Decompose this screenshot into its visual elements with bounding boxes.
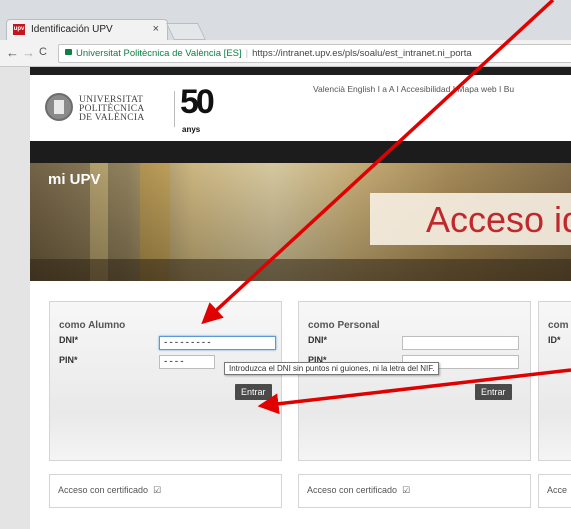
university-name[interactable]: UNIVERSITAT POLITÈCNICA DE VALÈNCIA — [79, 95, 145, 123]
panel-title: como Personal — [308, 320, 380, 331]
dni-tooltip: Introduzca el DNI sin puntos ni guiones,… — [224, 362, 440, 375]
pin-input-alumno[interactable]: ---- — [159, 355, 215, 369]
upv-favicon-icon: upv — [13, 24, 25, 35]
cert-link-label: Acceso con certificado — [58, 485, 149, 495]
reload-icon[interactable]: C — [39, 46, 47, 58]
login-panel-alumno: como Alumno DNI* --------- PIN* ---- Ent… — [49, 301, 282, 461]
hero-banner: mi UPV Acceso id — [30, 163, 571, 281]
cert-access-alumno[interactable]: Acceso con certificado ☑ — [49, 474, 282, 508]
site-header: UNIVERSITAT POLITÈCNICA DE VALÈNCIA 50 a… — [30, 75, 571, 141]
forward-icon[interactable]: → — [22, 45, 35, 60]
back-icon[interactable]: ← — [6, 45, 19, 60]
dni-label: DNI* — [308, 335, 328, 345]
cert-access-personal[interactable]: Acceso con certificado ☑ — [298, 474, 531, 508]
panel-title: com — [548, 320, 569, 331]
entrar-button-personal[interactable]: Entrar — [475, 384, 512, 400]
url-text: https://intranet.upv.es/pls/soalu/est_in… — [252, 48, 472, 59]
close-tab-icon[interactable]: × — [153, 23, 159, 35]
panel-title: como Alumno — [59, 320, 126, 331]
certificate-icon: ☑ — [399, 485, 411, 495]
cert-access-other[interactable]: Acce — [538, 474, 571, 508]
lock-icon — [65, 49, 72, 56]
dni-input-alumno[interactable]: --------- — [159, 336, 276, 350]
logo-divider — [174, 91, 175, 127]
page: UNIVERSITAT POLITÈCNICA DE VALÈNCIA 50 a… — [0, 67, 571, 529]
nav-band — [30, 141, 571, 163]
entrar-button-alumno[interactable]: Entrar — [235, 384, 272, 400]
cert-link-label: Acceso con certificado — [307, 485, 398, 495]
dni-input-personal[interactable] — [402, 336, 519, 350]
login-panel-personal: como Personal DNI* PIN* Entrar — [298, 301, 531, 461]
language-accessibility-links[interactable]: Valencià English I a A I Accesibilidad I… — [313, 84, 514, 94]
login-panel-other: com ID* — [538, 301, 571, 461]
cert-link-label: Acce — [547, 485, 568, 495]
id-label: ID* — [548, 335, 561, 345]
top-stripe — [30, 67, 571, 75]
upv-seal-logo[interactable] — [45, 93, 73, 121]
tab-title: Identificación UPV — [31, 24, 113, 35]
browser-tab[interactable]: upv Identificación UPV × — [6, 19, 168, 40]
new-tab-button[interactable] — [166, 23, 206, 40]
address-bar[interactable]: Universitat Politècnica de València [ES]… — [58, 44, 571, 63]
pin-label: PIN* — [59, 355, 78, 365]
anniversary-logo-number: 50 — [180, 83, 215, 121]
page-title: Acceso id — [426, 199, 571, 240]
mi-upv-label: mi UPV — [48, 171, 101, 188]
certificate-icon: ☑ — [150, 485, 162, 495]
anniversary-logo-word: anys — [182, 125, 201, 134]
secure-origin-label: Universitat Politècnica de València [ES] — [76, 48, 242, 59]
dni-label: DNI* — [59, 335, 79, 345]
login-area: como Alumno DNI* --------- PIN* ---- Ent… — [30, 281, 571, 529]
browser-tabstrip: upv Identificación UPV × — [0, 0, 571, 40]
browser-navbar: ← → C Universitat Politècnica de Valènci… — [0, 40, 571, 67]
